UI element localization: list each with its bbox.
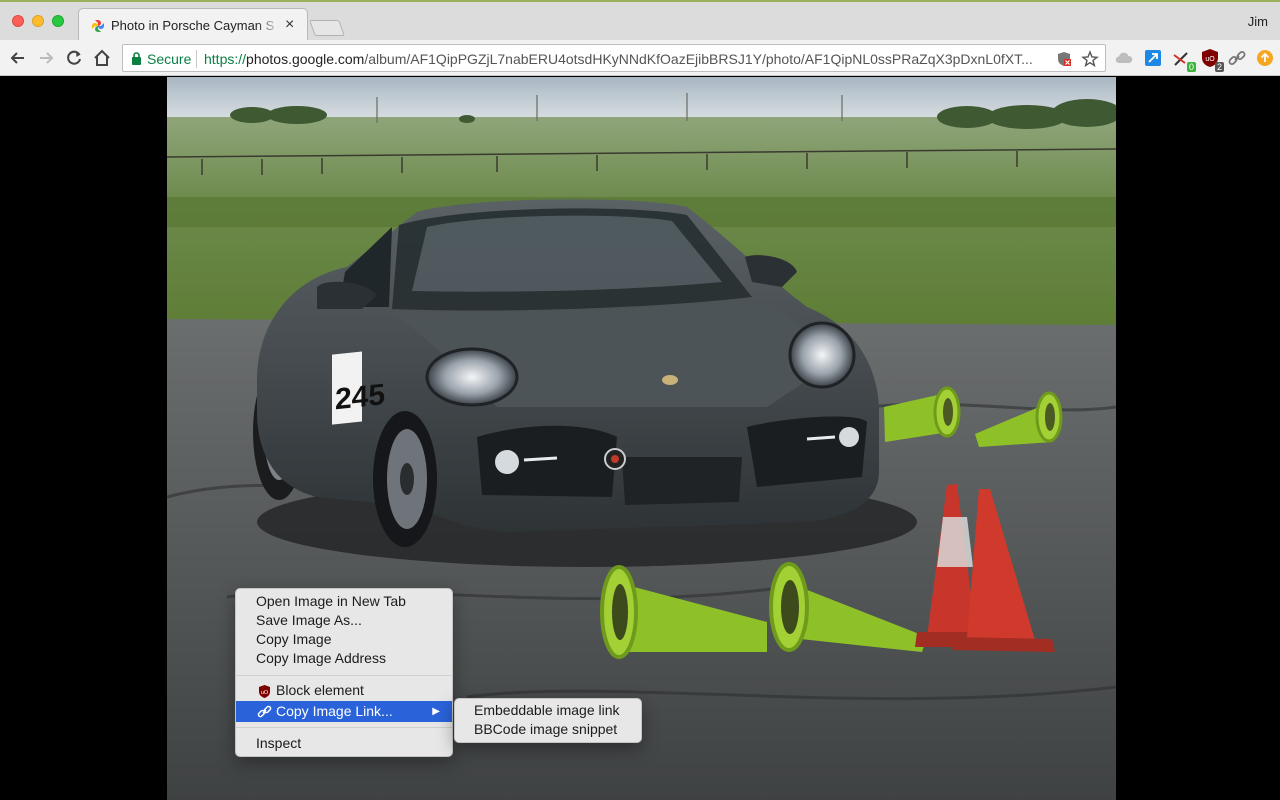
car-number: 245 — [335, 378, 385, 416]
omnibox-divider — [196, 50, 197, 68]
menu-item-copy-image-address[interactable]: Copy Image Address — [236, 649, 452, 668]
menu-item-open-image-new-tab[interactable]: Open Image in New Tab — [236, 592, 452, 611]
url-scheme: https:// — [204, 51, 247, 67]
close-tab-icon[interactable]: × — [285, 16, 294, 34]
ublock-extension[interactable]: uO 2 — [1199, 47, 1224, 72]
submenu-item-bbcode-image-snippet[interactable]: BBCode image snippet — [455, 720, 641, 739]
svg-text:uO: uO — [1205, 56, 1215, 63]
crossed-pencil-extension[interactable]: 0 — [1171, 47, 1196, 72]
tab-strip: Photo in Porsche Cayman S - 2 × Jim — [0, 0, 1280, 42]
menu-item-label: Copy Image Link... — [276, 703, 393, 719]
menu-item-copy-image[interactable]: Copy Image — [236, 630, 452, 649]
update-arrow-icon[interactable] — [1254, 47, 1276, 69]
menu-item-label: Open Image in New Tab — [256, 593, 406, 609]
context-menu: Open Image in New Tab Save Image As... C… — [235, 588, 453, 757]
menu-separator — [236, 727, 452, 728]
profile-name[interactable]: Jim — [1248, 14, 1268, 29]
link-icon — [257, 705, 272, 718]
close-window-button[interactable] — [12, 15, 24, 27]
menu-separator — [236, 675, 452, 676]
google-photos-pinwheel-icon — [92, 20, 104, 32]
home-icon[interactable] — [91, 47, 113, 69]
photo-viewer: 245 — [0, 77, 1280, 800]
expand-arrow-icon[interactable] — [1142, 47, 1164, 69]
menu-item-label: Block element — [276, 682, 364, 698]
fullscreen-window-button[interactable] — [52, 15, 64, 27]
menu-item-block-element[interactable]: uO Block element — [236, 681, 452, 700]
cloud-icon[interactable] — [1113, 47, 1135, 69]
new-tab-button[interactable] — [309, 20, 345, 36]
menu-item-save-image-as[interactable]: Save Image As... — [236, 611, 452, 630]
menu-item-inspect[interactable]: Inspect — [236, 734, 452, 753]
svg-text:uO: uO — [261, 690, 269, 696]
link-icon[interactable] — [1226, 47, 1248, 69]
url-text[interactable]: https://photos.google.com/album/AF1QipPG… — [204, 51, 1064, 67]
menu-item-label: Save Image As... — [256, 612, 362, 628]
forward-icon[interactable] — [35, 47, 57, 69]
reload-icon[interactable] — [63, 47, 85, 69]
extension-badge: 0 — [1186, 62, 1196, 72]
tab-title: Photo in Porsche Cayman S - 2 — [111, 18, 281, 33]
tab-photo[interactable]: Photo in Porsche Cayman S - 2 × — [78, 8, 308, 42]
menu-item-label: Inspect — [256, 735, 302, 751]
ublock-icon: uO — [259, 685, 270, 698]
bookmark-star-icon[interactable] — [1081, 50, 1099, 68]
site-blocked-icon[interactable] — [1055, 50, 1073, 68]
address-bar[interactable]: Secure https://photos.google.com/album/A… — [122, 44, 1106, 72]
url-host: photos.google.com — [246, 51, 365, 67]
extension-badge: 2 — [1214, 62, 1224, 72]
secure-label: Secure — [147, 51, 192, 67]
submenu-arrow-icon: ▶ — [432, 706, 440, 717]
browser-toolbar: Secure https://photos.google.com/album/A… — [0, 40, 1280, 76]
copy-image-link-submenu: Embeddable image link BBCode image snipp… — [454, 698, 642, 743]
submenu-item-label: BBCode image snippet — [474, 721, 618, 737]
menu-item-label: Copy Image Address — [256, 650, 386, 666]
menu-item-copy-image-link[interactable]: Copy Image Link... ▶ — [236, 701, 452, 722]
minimize-window-button[interactable] — [32, 15, 44, 27]
submenu-item-embeddable-image-link[interactable]: Embeddable image link — [455, 701, 641, 720]
back-icon[interactable] — [7, 47, 29, 69]
url-path: /album/AF1QipPGZjL7nabERU4otsdHKyNNdKfOa… — [364, 51, 1033, 67]
submenu-item-label: Embeddable image link — [474, 702, 620, 718]
lock-icon — [132, 52, 141, 65]
menu-item-label: Copy Image — [256, 631, 332, 647]
